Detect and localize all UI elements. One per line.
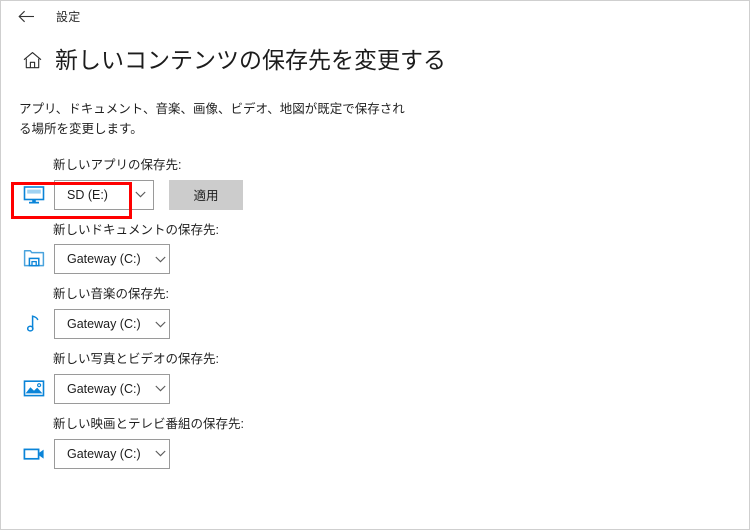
- setting-group-movies: 新しい映画とテレビ番組の保存先: Gateway (C:): [19, 415, 749, 469]
- settings-window: 設定 新しいコンテンツの保存先を変更する アプリ、ドキュメント、音楽、画像、ビデ…: [0, 0, 750, 530]
- page-header: 新しいコンテンツの保存先を変更する: [1, 32, 749, 75]
- video-camera-icon: [19, 439, 49, 469]
- setting-label-documents: 新しいドキュメントの保存先:: [53, 222, 219, 237]
- setting-label-photos: 新しい写真とビデオの保存先:: [53, 352, 219, 367]
- setting-row-documents: Gateway (C:): [19, 244, 749, 275]
- back-arrow-icon: [17, 10, 35, 23]
- setting-row-photos: Gateway (C:): [19, 373, 749, 404]
- movies-location-value: Gateway (C:): [67, 446, 141, 461]
- setting-label-music: 新しい音楽の保存先:: [53, 287, 169, 302]
- page-title: 新しいコンテンツの保存先を変更する: [55, 47, 446, 73]
- setting-group-music: 新しい音楽の保存先: Gateway (C:): [19, 285, 749, 340]
- music-note-icon: [19, 309, 49, 339]
- documents-location-dropdown[interactable]: Gateway (C:): [54, 244, 170, 275]
- settings-list: 新しいアプリの保存先: SD (E:) 適用 新しいドキュメントの保存先: Ga…: [1, 156, 749, 469]
- chevron-down-icon: [135, 191, 146, 198]
- apply-button[interactable]: 適用: [169, 179, 243, 210]
- setting-group-photos: 新しい写真とビデオの保存先: Gateway (C:): [19, 350, 749, 404]
- chevron-down-icon: [155, 450, 166, 457]
- app-title: 設定: [56, 10, 81, 24]
- title-bar: 設定: [1, 1, 749, 32]
- chevron-down-icon: [155, 385, 166, 392]
- music-location-dropdown[interactable]: Gateway (C:): [54, 309, 170, 340]
- setting-group-apps: 新しいアプリの保存先: SD (E:) 適用: [19, 156, 749, 210]
- setting-row-movies: Gateway (C:): [19, 438, 749, 469]
- home-icon[interactable]: [19, 48, 45, 74]
- setting-label-apps: 新しいアプリの保存先:: [53, 157, 182, 172]
- setting-row-music: Gateway (C:): [19, 309, 749, 340]
- picture-icon: [19, 374, 49, 404]
- monitor-icon: [19, 180, 49, 210]
- page-description: アプリ、ドキュメント、音楽、画像、ビデオ、地図が既定で保存される場所を変更します…: [19, 101, 405, 137]
- back-button[interactable]: [12, 5, 40, 29]
- documents-folder-icon: [19, 244, 49, 274]
- photos-location-value: Gateway (C:): [67, 381, 141, 396]
- apps-location-dropdown[interactable]: SD (E:): [54, 179, 154, 210]
- chevron-down-icon: [155, 256, 166, 263]
- setting-group-documents: 新しいドキュメントの保存先: Gateway (C:): [19, 221, 749, 275]
- chevron-down-icon: [155, 321, 166, 328]
- music-location-value: Gateway (C:): [67, 317, 141, 332]
- documents-location-value: Gateway (C:): [67, 252, 141, 267]
- apps-location-value: SD (E:): [67, 187, 108, 202]
- setting-label-movies: 新しい映画とテレビ番組の保存先:: [53, 416, 244, 431]
- movies-location-dropdown[interactable]: Gateway (C:): [54, 438, 170, 469]
- photos-location-dropdown[interactable]: Gateway (C:): [54, 373, 170, 404]
- setting-row-apps: SD (E:) 適用: [19, 179, 749, 210]
